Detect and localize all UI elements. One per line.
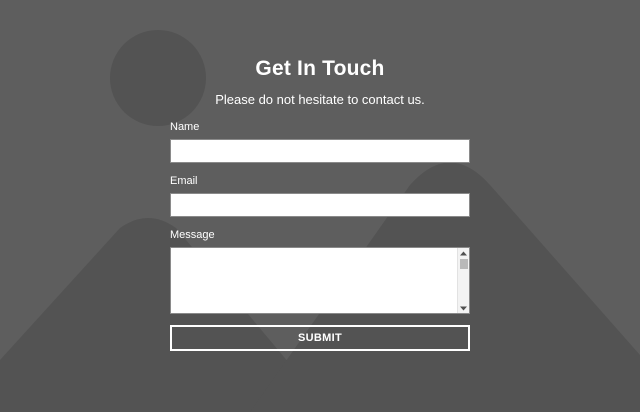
message-field-group: Message (170, 229, 470, 314)
message-textarea-box (170, 247, 470, 314)
name-label: Name (170, 121, 200, 133)
submit-button[interactable]: SUBMIT (170, 325, 470, 351)
email-label: Email (170, 175, 198, 187)
contact-page: Get In Touch Please do not hesitate to c… (0, 0, 640, 412)
email-input[interactable] (170, 193, 470, 217)
message-label: Message (170, 229, 215, 241)
contact-form: Get In Touch Please do not hesitate to c… (170, 54, 470, 351)
message-textarea[interactable] (171, 248, 457, 313)
form-subtitle: Please do not hesitate to contact us. (215, 92, 425, 107)
message-scrollbar[interactable] (457, 248, 469, 313)
name-input[interactable] (170, 139, 470, 163)
email-field-group: Email (170, 175, 470, 217)
scroll-thumb[interactable] (460, 259, 468, 269)
name-field-group: Name (170, 121, 470, 163)
scroll-down-arrow-icon[interactable] (458, 303, 469, 313)
form-title: Get In Touch (255, 57, 385, 80)
scroll-up-arrow-icon[interactable] (458, 248, 469, 258)
